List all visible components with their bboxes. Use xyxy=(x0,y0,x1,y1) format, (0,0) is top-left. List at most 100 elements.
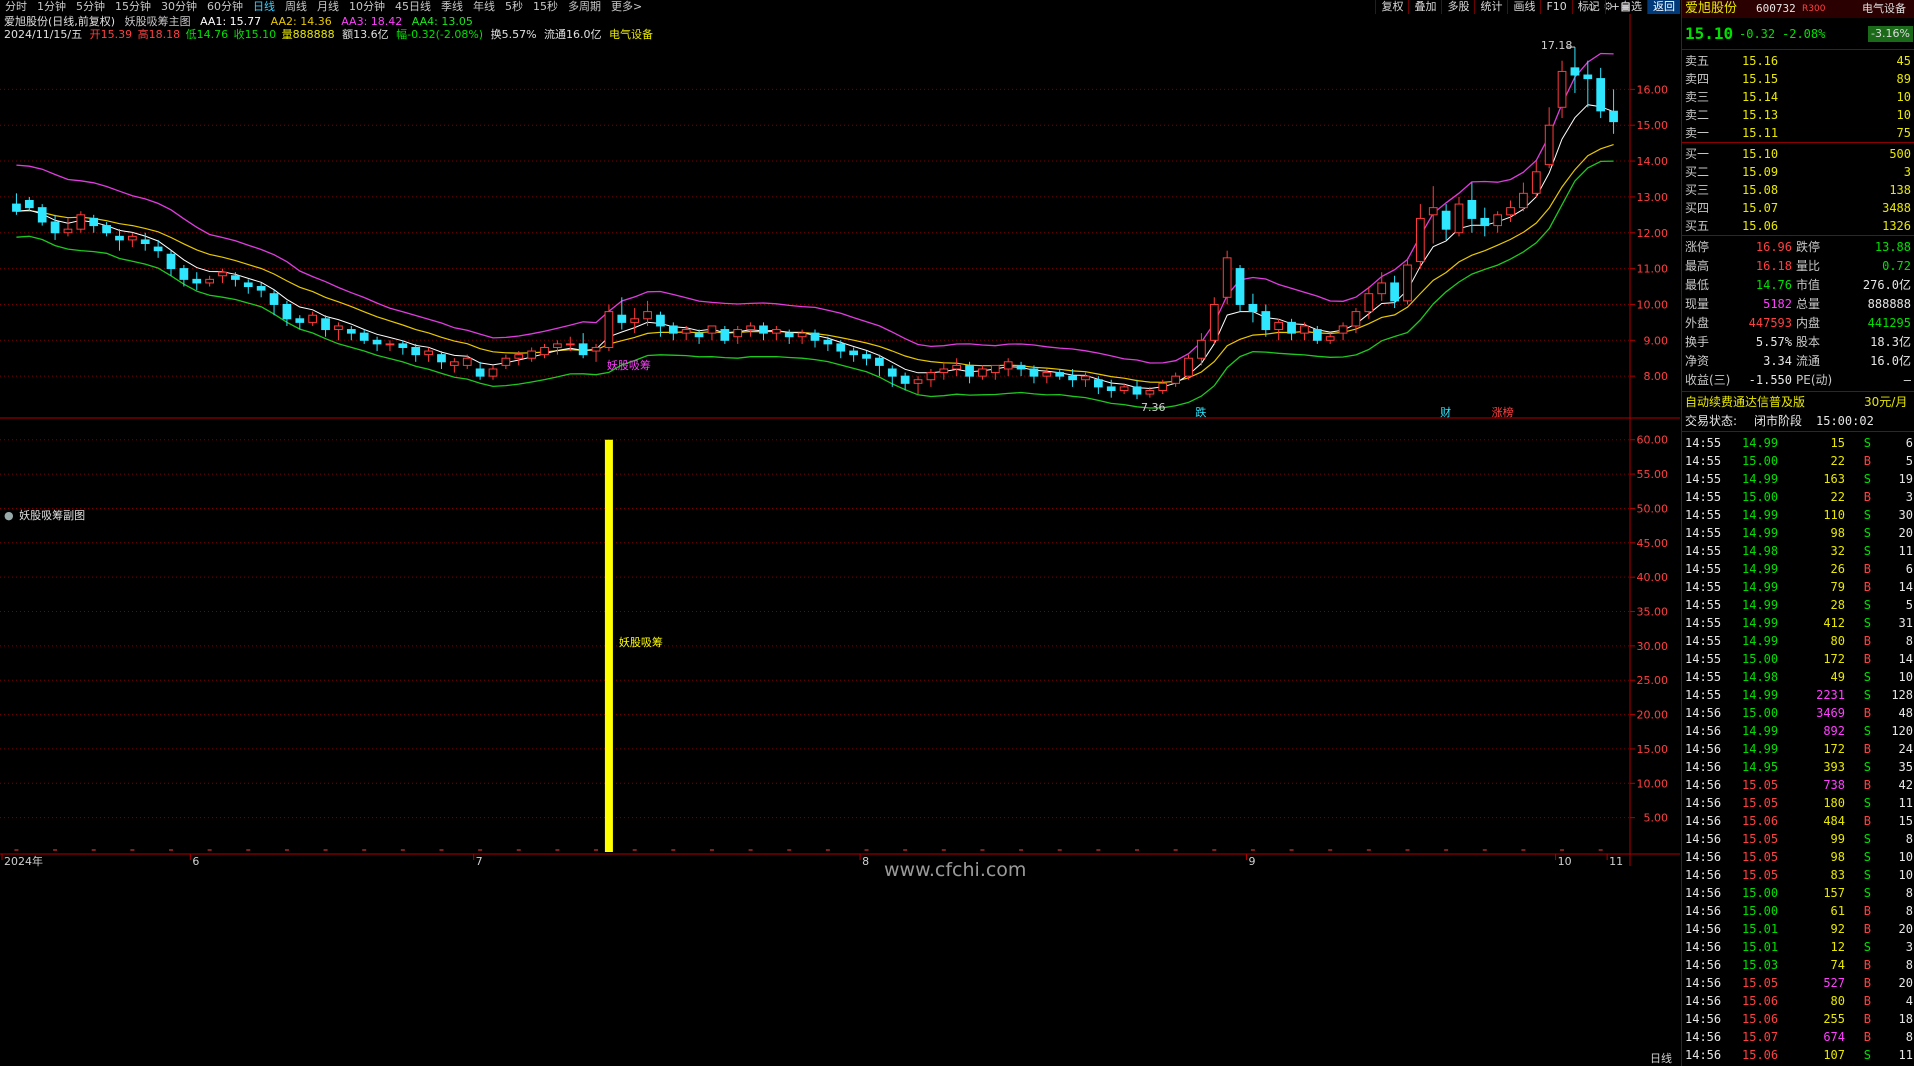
tool-button-4[interactable]: 画线 xyxy=(1507,0,1540,14)
tab-16[interactable]: 更多> xyxy=(606,0,647,14)
trade-count: 8 xyxy=(1905,832,1913,846)
candle xyxy=(1171,372,1181,387)
trade-side: S xyxy=(1863,472,1871,486)
ask-label: 卖五 xyxy=(1685,54,1710,68)
candle xyxy=(887,365,897,387)
sector-name[interactable]: 电气设备 xyxy=(1862,0,1906,18)
candle xyxy=(1068,368,1077,387)
tab-9[interactable]: 10分钟 xyxy=(344,0,390,14)
candle-body xyxy=(1197,339,1206,359)
period-label[interactable]: 日线 xyxy=(1650,1051,1672,1065)
tab-12[interactable]: 年线 xyxy=(468,0,500,14)
tab-6[interactable]: 日线 xyxy=(248,0,280,14)
trade-time: 14:56 xyxy=(1685,778,1722,792)
tab-8[interactable]: 月线 xyxy=(312,0,344,14)
ask-row[interactable]: 卖二 15.13 10 xyxy=(1682,106,1914,124)
candle xyxy=(1377,272,1387,301)
trade-time: 14:56 xyxy=(1685,976,1722,990)
candle-body xyxy=(1274,321,1284,331)
candle-body xyxy=(166,253,176,270)
trade-price: 15.05 xyxy=(1742,850,1779,864)
ask-row[interactable]: 卖五 15.16 45 xyxy=(1682,52,1914,70)
tab-1[interactable]: 1分钟 xyxy=(32,0,71,14)
tab-11[interactable]: 季线 xyxy=(436,0,468,14)
candle-body xyxy=(192,278,202,284)
stat-label: 换手 xyxy=(1685,335,1710,349)
bid-row[interactable]: 买三 15.08 138 xyxy=(1682,181,1914,199)
stat-label: 总量 xyxy=(1796,297,1821,311)
trade-price: 14.95 xyxy=(1742,760,1779,774)
trade-side: B xyxy=(1863,580,1871,594)
candle-body xyxy=(617,314,627,323)
trade-price: 14.99 xyxy=(1742,580,1779,594)
bid-price: 15.10 xyxy=(1742,147,1779,161)
event-label-earnings: 财 xyxy=(1440,405,1451,419)
tab-2[interactable]: 5分钟 xyxy=(71,0,110,14)
tool-button-1[interactable]: 叠加 xyxy=(1408,0,1441,14)
trade-price: 15.06 xyxy=(1742,814,1779,828)
tab-14[interactable]: 15秒 xyxy=(528,0,563,14)
ask-row[interactable]: 卖一 15.11 75 xyxy=(1682,124,1914,142)
candle xyxy=(553,340,562,355)
ask-volume: 10 xyxy=(1896,108,1911,122)
trade-row: 14:56 15.05 99 S 8 xyxy=(1682,830,1914,848)
candle xyxy=(926,368,936,387)
candle xyxy=(1248,293,1258,323)
candle xyxy=(1325,333,1335,344)
candle-body xyxy=(1132,386,1142,395)
candle xyxy=(1029,365,1039,384)
tab-15[interactable]: 多周期 xyxy=(563,0,606,14)
trade-count: 42 xyxy=(1898,778,1913,792)
candle xyxy=(334,322,343,341)
tool-button-6[interactable]: 标记 xyxy=(1571,0,1605,14)
candle xyxy=(952,358,962,377)
info-turnover: 换5.57% xyxy=(491,27,537,41)
trade-row: 14:55 14.98 32 S 11 xyxy=(1682,542,1914,560)
y-tick-label: 60.00 xyxy=(1637,434,1669,447)
tab-13[interactable]: 5秒 xyxy=(500,0,528,14)
candle xyxy=(1544,107,1554,169)
bid-row[interactable]: 买一 15.10 500 xyxy=(1682,145,1914,163)
tab-5[interactable]: 60分钟 xyxy=(202,0,248,14)
tool-button-0[interactable]: 复权 xyxy=(1375,0,1408,14)
tab-10[interactable]: 45日线 xyxy=(390,0,436,14)
tab-3[interactable]: 15分钟 xyxy=(110,0,156,14)
ad-banner[interactable]: 自动续费通达信普及版 30元/月 xyxy=(1682,393,1914,411)
tab-0[interactable]: 分时 xyxy=(0,0,32,14)
stock-header: 爱旭股份 600732 R300 电气设备 xyxy=(1682,0,1914,18)
ask-row[interactable]: 卖三 15.14 10 xyxy=(1682,88,1914,106)
bid-row[interactable]: 买二 15.09 3 xyxy=(1682,163,1914,181)
candle xyxy=(76,211,86,233)
indicator-name: 妖股吸筹主图 xyxy=(125,14,191,28)
tool-button-8[interactable]: 返回 xyxy=(1647,0,1680,14)
bid-row[interactable]: 买四 15.07 3488 xyxy=(1682,199,1914,217)
trade-time: 14:55 xyxy=(1685,544,1722,558)
y-tick-label: 10.00 xyxy=(1637,298,1669,311)
candle-body xyxy=(37,207,47,223)
tool-button-3[interactable]: 统计 xyxy=(1474,0,1507,14)
aa4-value: AA4: 13.05 xyxy=(412,15,473,28)
ask-row[interactable]: 卖四 15.15 89 xyxy=(1682,70,1914,88)
trade-side: B xyxy=(1863,562,1871,576)
x-tick-label: 11 xyxy=(1609,855,1623,868)
bid-row[interactable]: 买五 15.06 1326 xyxy=(1682,217,1914,235)
candle-body xyxy=(179,268,189,280)
tool-button-7[interactable]: +自选 xyxy=(1604,0,1647,14)
tab-4[interactable]: 30分钟 xyxy=(156,0,202,14)
trade-volume: 393 xyxy=(1823,760,1845,774)
price-change-pct: -2.08% xyxy=(1782,27,1826,41)
candle xyxy=(527,347,537,362)
tool-button-5[interactable]: F10 xyxy=(1540,0,1571,14)
ask-label: 卖四 xyxy=(1685,72,1710,86)
trade-row: 14:55 15.00 172 B 14 xyxy=(1682,650,1914,668)
candle-body xyxy=(127,235,137,241)
trade-count: 19 xyxy=(1898,472,1913,486)
sub-bar-label: 妖股吸筹 xyxy=(619,635,663,649)
tab-7[interactable]: 周线 xyxy=(280,0,312,14)
candle xyxy=(449,358,459,373)
status-label: 交易状态: xyxy=(1685,414,1738,428)
tool-button-2[interactable]: 多股 xyxy=(1441,0,1474,14)
stat-label: 股本 xyxy=(1796,335,1821,349)
chart-area[interactable]: 8.00 9.00 10.00 11.00 12.00 13.00 14.00 15.00 16… xyxy=(0,14,1680,1066)
trade-volume: 83 xyxy=(1830,868,1845,882)
